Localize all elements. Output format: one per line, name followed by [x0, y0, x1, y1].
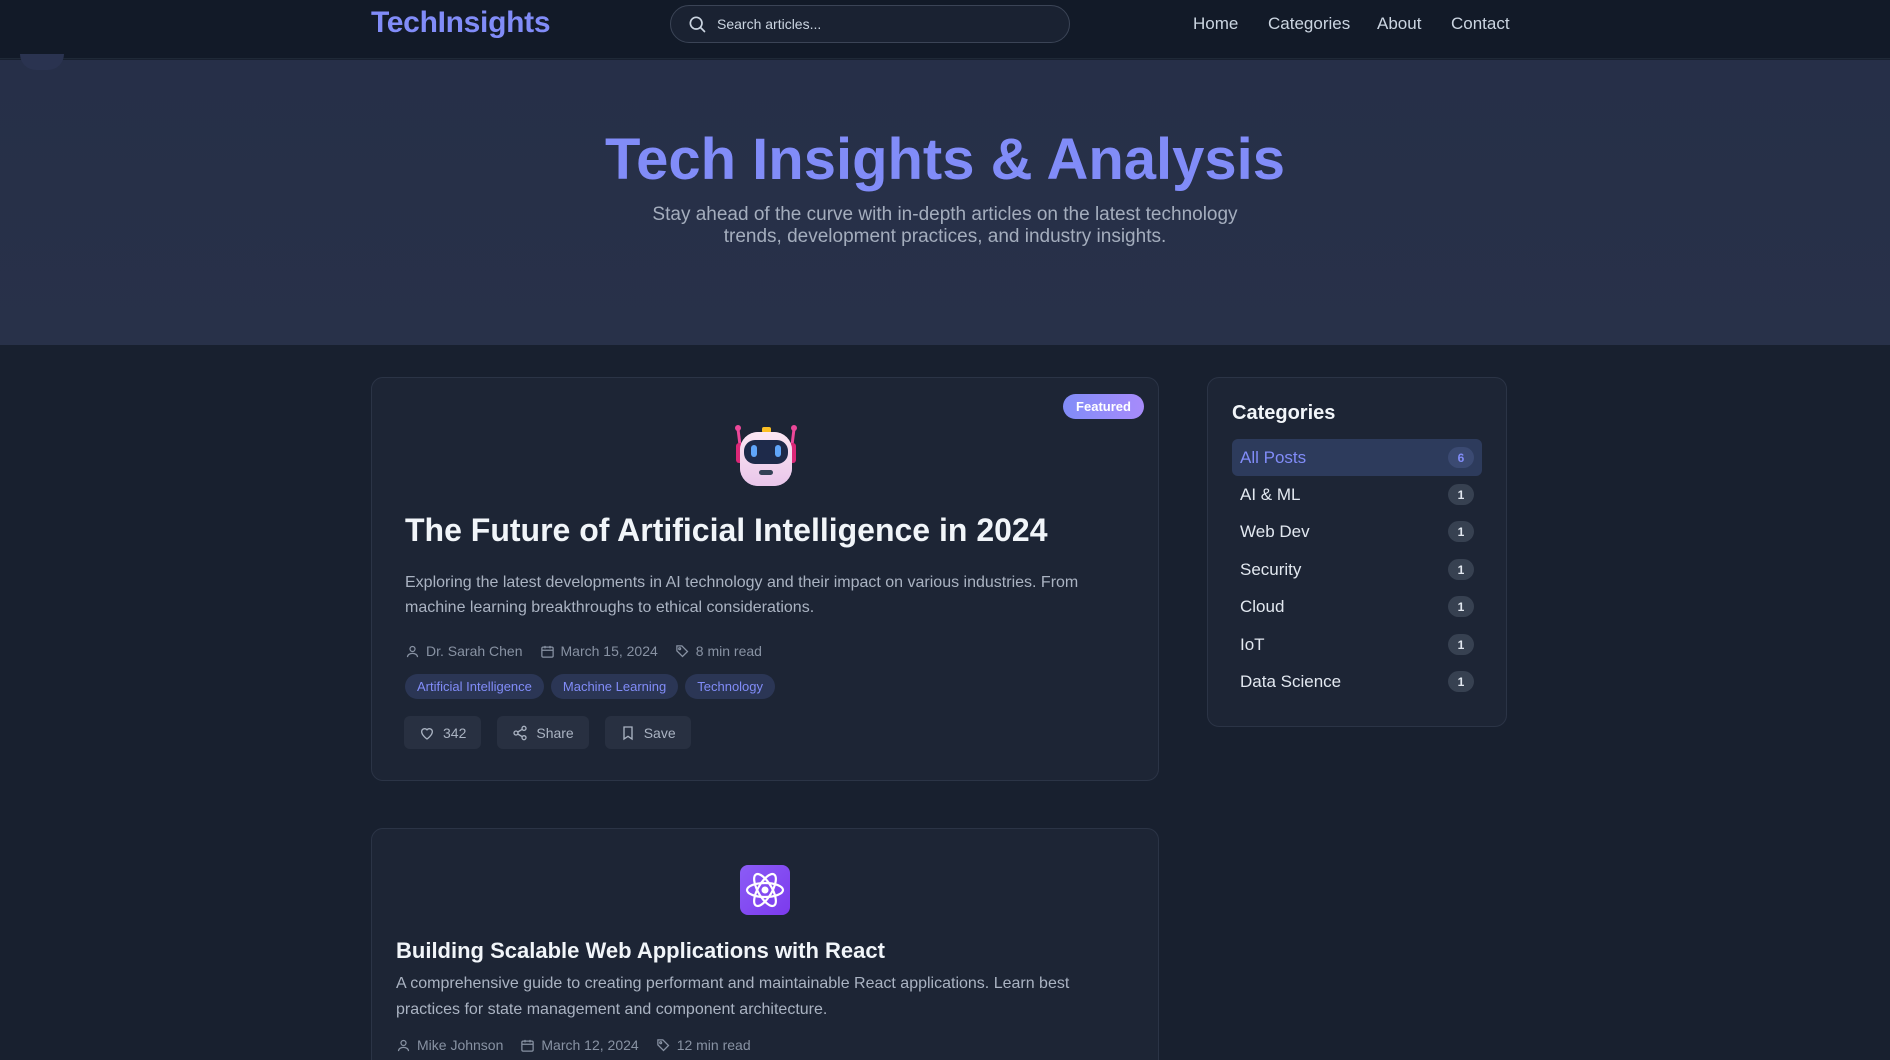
tag-chip[interactable]: Technology	[685, 674, 776, 699]
post-card-featured[interactable]: Featured The Future of Artificial Intell…	[371, 377, 1159, 781]
category-count: 1	[1448, 521, 1474, 542]
save-label: Save	[643, 724, 676, 741]
tag-icon	[656, 1038, 670, 1051]
like-button[interactable]: 342	[404, 716, 482, 749]
category-item-security[interactable]: Security 1	[1232, 551, 1482, 588]
save-button[interactable]: Save	[604, 716, 691, 749]
post-tags: Artificial Intelligence Machine Learning…	[405, 674, 782, 699]
category-count: 1	[1448, 559, 1474, 580]
post-date: March 12, 2024	[520, 1037, 639, 1053]
category-count: 1	[1448, 596, 1474, 617]
category-label: Data Science	[1240, 671, 1342, 691]
like-count: 342	[443, 724, 467, 741]
post-read-time: 8 min read	[675, 643, 762, 659]
hero-section: Tech Insights & Analysis Stay ahead of t…	[0, 54, 1890, 345]
featured-badge: Featured	[1063, 394, 1144, 419]
nav-contact[interactable]: Contact	[1451, 14, 1510, 34]
nav-about[interactable]: About	[1377, 14, 1421, 34]
site-logo[interactable]: TechInsights	[371, 6, 551, 40]
user-icon	[397, 1039, 410, 1051]
post-title[interactable]: The Future of Artificial Intelligence in…	[405, 512, 1048, 549]
read-time-text: 12 min read	[676, 1037, 751, 1053]
category-item-ai-ml[interactable]: AI & ML 1	[1232, 476, 1482, 513]
post-author: Mike Johnson	[396, 1037, 503, 1053]
robot-icon	[735, 425, 797, 486]
category-item-data-science[interactable]: Data Science 1	[1232, 663, 1482, 700]
user-icon	[406, 645, 419, 657]
calendar-icon	[540, 645, 554, 658]
top-navbar: TechInsights Home Categories About Conta…	[0, 0, 1890, 59]
post-date: March 15, 2024	[540, 643, 658, 659]
category-count: 6	[1448, 447, 1474, 468]
hero-title: Tech Insights & Analysis	[604, 127, 1286, 192]
share-button[interactable]: Share	[497, 716, 589, 749]
hero-decoration	[20, 54, 64, 70]
category-item-cloud[interactable]: Cloud 1	[1232, 588, 1482, 625]
post-excerpt: Exploring the latest developments in AI …	[405, 574, 1079, 616]
category-count: 1	[1448, 484, 1474, 505]
post-author: Dr. Sarah Chen	[405, 643, 523, 659]
atom-icon	[740, 865, 790, 915]
read-time-text: 8 min read	[695, 643, 762, 659]
share-icon	[513, 725, 528, 740]
search-icon	[689, 16, 706, 33]
category-label: All Posts	[1240, 447, 1307, 467]
sidebar-title: Categories	[1232, 402, 1336, 424]
post-excerpt: A comprehensive guide to creating perfor…	[396, 975, 1070, 1018]
nav-categories[interactable]: Categories	[1268, 14, 1350, 34]
post-read-time: 12 min read	[656, 1037, 751, 1053]
date-text: March 12, 2024	[541, 1037, 639, 1053]
hero-subtitle: Stay ahead of the curve with in-depth ar…	[652, 204, 1238, 247]
author-name: Mike Johnson	[417, 1037, 504, 1053]
tag-chip[interactable]: Artificial Intelligence	[405, 674, 544, 699]
categories-sidebar: Categories All Posts 6 AI & ML 1 Web Dev…	[1207, 377, 1507, 727]
post-actions: 342 Share Save	[404, 716, 707, 749]
tag-icon	[676, 644, 689, 657]
bookmark-icon	[623, 725, 633, 740]
category-item-web-dev[interactable]: Web Dev 1	[1232, 513, 1482, 550]
category-label: AI & ML	[1240, 484, 1301, 504]
nav-home[interactable]: Home	[1193, 14, 1238, 34]
category-label: IoT	[1240, 634, 1265, 654]
author-name: Dr. Sarah Chen	[426, 643, 523, 659]
category-item-iot[interactable]: IoT 1	[1232, 626, 1482, 663]
search-input[interactable]	[717, 16, 1037, 32]
post-card[interactable]: Building Scalable Web Applications with …	[371, 828, 1159, 1060]
date-text: March 15, 2024	[560, 643, 658, 659]
post-title[interactable]: Building Scalable Web Applications with …	[396, 938, 885, 964]
heart-icon	[420, 727, 434, 740]
calendar-icon	[521, 1039, 535, 1052]
category-label: Cloud	[1240, 596, 1285, 616]
tag-chip[interactable]: Machine Learning	[550, 674, 679, 699]
post-meta: Dr. Sarah Chen March 15, 2024 8 min read	[405, 643, 779, 659]
category-label: Web Dev	[1240, 521, 1310, 541]
category-count: 1	[1448, 634, 1474, 655]
post-meta: Mike Johnson March 12, 2024 12 min read	[396, 1037, 768, 1053]
share-label: Share	[536, 724, 574, 741]
category-label: Security	[1240, 559, 1302, 579]
category-count: 1	[1448, 671, 1474, 692]
search-box[interactable]	[670, 5, 1070, 43]
category-item-all-posts[interactable]: All Posts 6	[1232, 439, 1482, 476]
